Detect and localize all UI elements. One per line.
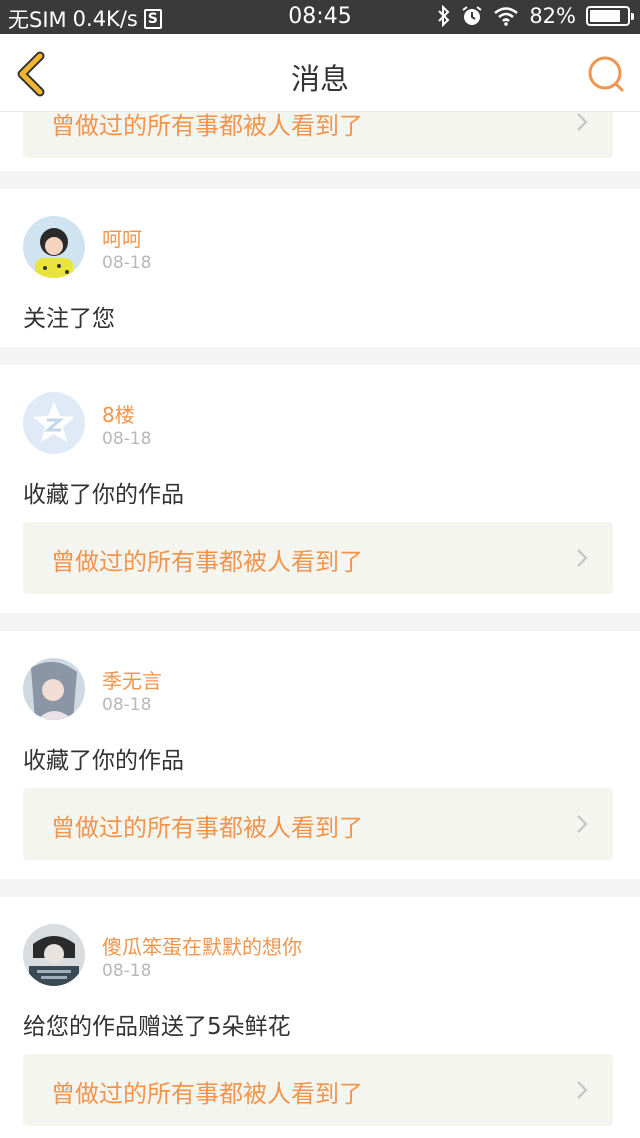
work-link-text: 曾做过的所有事都被人看到了 xyxy=(51,814,363,842)
work-link-text: 曾做过的所有事都被人看到了 xyxy=(51,112,363,140)
notification-card: 曾做过的所有事都被人看到了 xyxy=(0,112,640,171)
battery-fill xyxy=(590,10,620,22)
username[interactable]: 傻瓜笨蛋在默默的想你 xyxy=(102,931,302,960)
timestamp: 08-18 xyxy=(102,695,152,715)
timestamp: 08-18 xyxy=(102,429,152,449)
notification-card: 8楼 08-18 收藏了你的作品 曾做过的所有事都被人看到了 xyxy=(0,365,640,613)
work-link[interactable]: 曾做过的所有事都被人看到了 xyxy=(23,522,613,594)
action-text: 收藏了你的作品 xyxy=(23,748,184,774)
battery-percent: 82% xyxy=(529,4,576,28)
username[interactable]: 呵呵 xyxy=(102,223,142,252)
work-link[interactable]: 曾做过的所有事都被人看到了 xyxy=(23,788,613,860)
page-title: 消息 xyxy=(290,62,349,96)
work-link-text: 曾做过的所有事都被人看到了 xyxy=(51,548,363,576)
timestamp: 08-18 xyxy=(102,253,152,273)
action-text: 给您的作品赠送了5朵鲜花 xyxy=(23,1014,291,1040)
chevron-right-icon xyxy=(577,1081,588,1099)
avatar[interactable] xyxy=(23,924,85,986)
alarm-icon xyxy=(462,6,482,25)
notification-feed: 曾做过的所有事都被人看到了 呵呵 08-18 关注了您 8楼 08-18 收藏了… xyxy=(0,112,640,1138)
work-link[interactable]: 曾做过的所有事都被人看到了 xyxy=(23,112,613,158)
action-text: 关注了您 xyxy=(23,306,115,332)
avatar[interactable] xyxy=(23,216,85,278)
notification-card: 季无言 08-18 收藏了你的作品 曾做过的所有事都被人看到了 xyxy=(0,631,640,879)
wifi-icon xyxy=(494,7,519,26)
status-bar: 无SIM 0.4K/s S 08:45 82% xyxy=(0,0,640,34)
notification-card: 傻瓜笨蛋在默默的想你 08-18 给您的作品赠送了5朵鲜花 曾做过的所有事都被人… xyxy=(0,897,640,1138)
username[interactable]: 季无言 xyxy=(102,665,162,694)
battery-icon xyxy=(586,6,634,26)
status-right: 82% xyxy=(437,4,634,28)
notification-card: 呵呵 08-18 关注了您 xyxy=(0,189,640,347)
chevron-right-icon xyxy=(577,113,588,131)
work-link-text: 曾做过的所有事都被人看到了 xyxy=(51,1080,363,1108)
search-button[interactable] xyxy=(586,54,626,94)
username[interactable]: 8楼 xyxy=(102,399,135,428)
avatar[interactable] xyxy=(23,658,85,720)
chevron-right-icon xyxy=(577,549,588,567)
chevron-right-icon xyxy=(577,815,588,833)
nav-bar: 消息 xyxy=(0,34,640,112)
avatar[interactable] xyxy=(23,392,85,454)
work-link[interactable]: 曾做过的所有事都被人看到了 xyxy=(23,1054,613,1126)
bluetooth-icon xyxy=(438,5,450,27)
search-icon xyxy=(588,56,624,92)
action-text: 收藏了你的作品 xyxy=(23,482,184,508)
timestamp: 08-18 xyxy=(102,961,152,981)
